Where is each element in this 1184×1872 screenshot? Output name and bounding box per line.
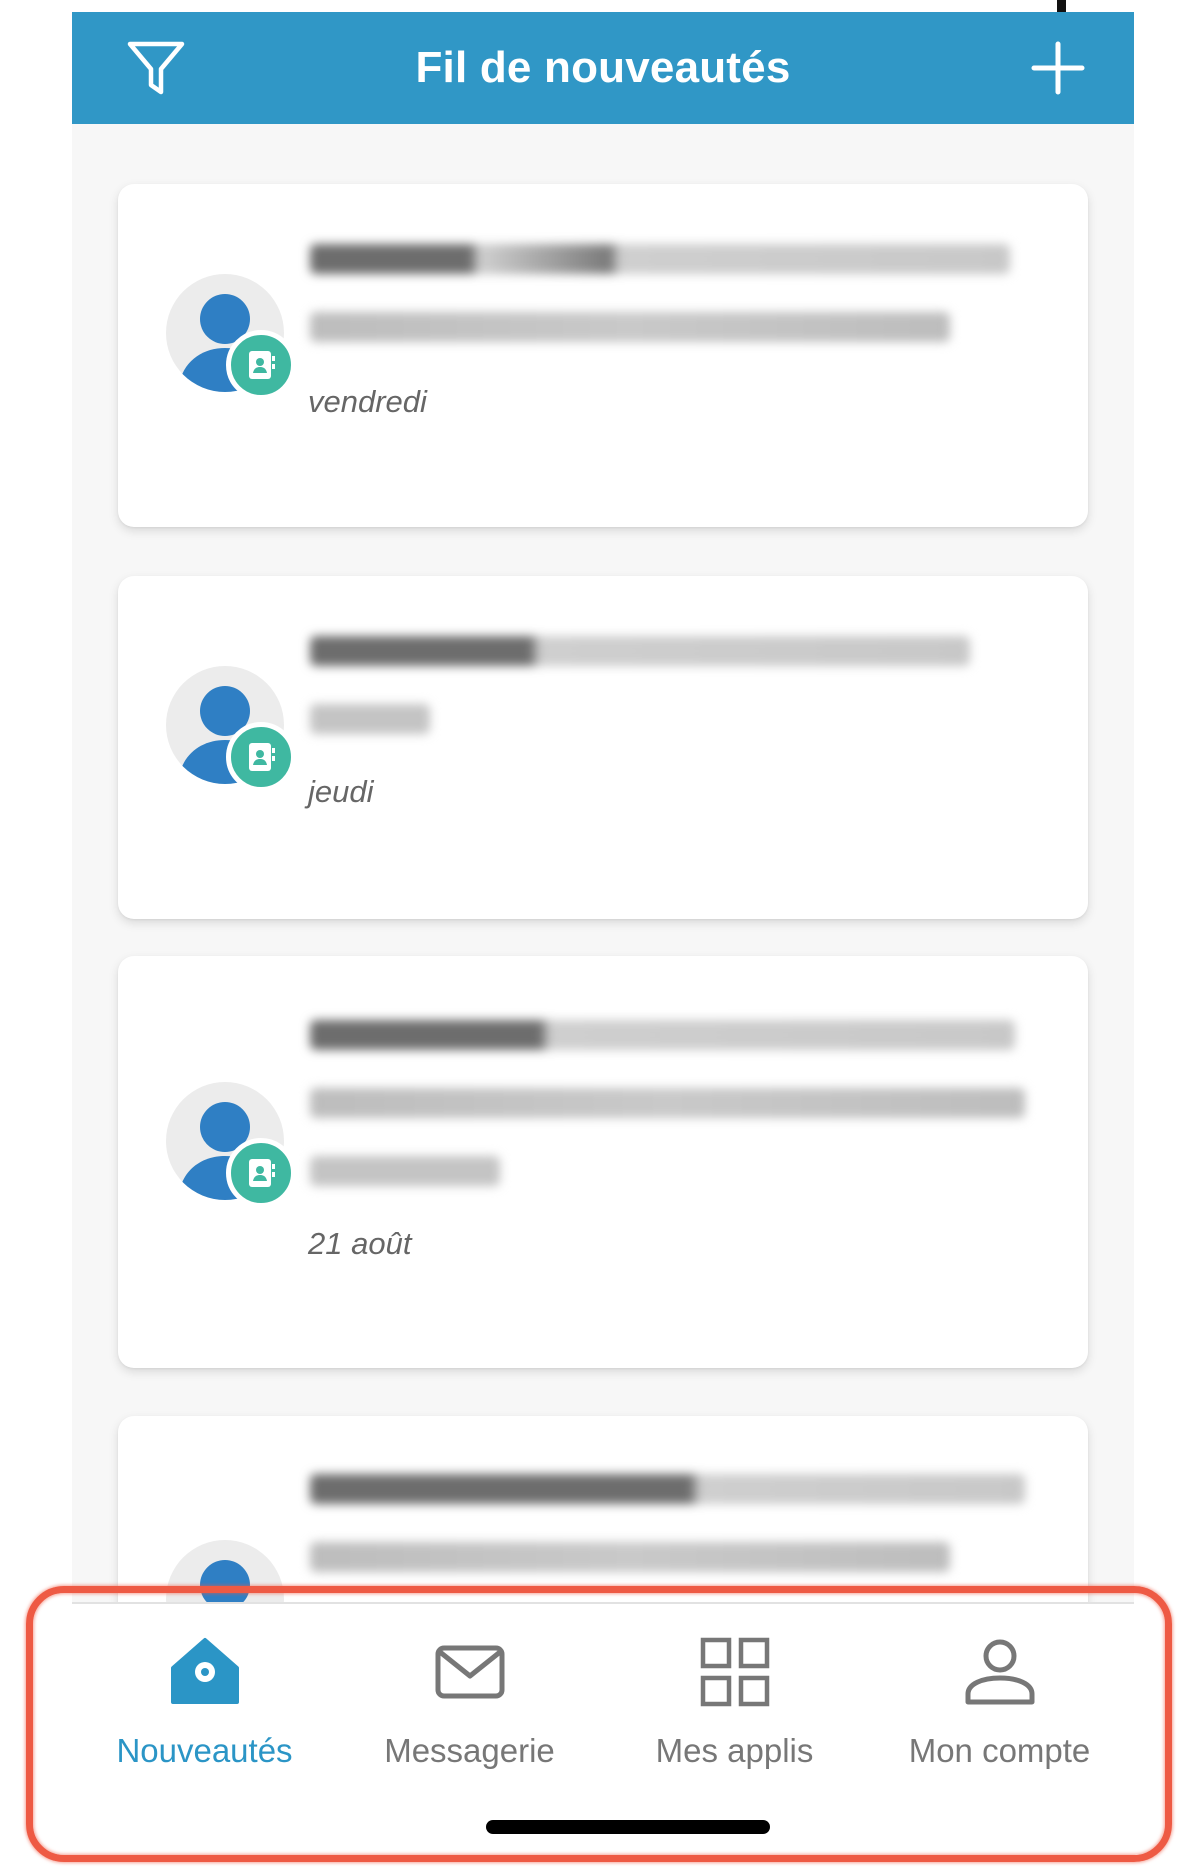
- feed-card[interactable]: jeudi: [118, 576, 1088, 919]
- home-indicator: [486, 1820, 770, 1834]
- nav-label: Messagerie: [384, 1732, 555, 1769]
- plus-icon[interactable]: [1026, 36, 1090, 100]
- feed-date: jeudi: [308, 774, 374, 809]
- feed-date: 21 août: [308, 1226, 412, 1261]
- nav-label: Mes applis: [655, 1732, 814, 1769]
- nav-item-mes-applis[interactable]: Mes applis: [602, 1604, 867, 1804]
- contact-book-icon: [226, 722, 296, 792]
- feed-card[interactable]: 21 août: [118, 956, 1088, 1368]
- app-screen: Fil de nouveautés vendredi jeudi 21 août: [72, 12, 1134, 1870]
- page-title: Fil de nouveautés: [415, 43, 791, 92]
- redacted-text: [310, 244, 1010, 380]
- redacted-text: [310, 1020, 1025, 1224]
- nav-label: Mon compte: [908, 1732, 1091, 1769]
- nav-item-messagerie[interactable]: Messagerie: [337, 1604, 602, 1804]
- news-feed: vendredi jeudi 21 août: [72, 124, 1134, 1736]
- user-icon: [867, 1634, 1132, 1710]
- redacted-text: [310, 1474, 1025, 1610]
- nav-item-nouveautes[interactable]: Nouveautés: [72, 1604, 337, 1804]
- mail-icon: [337, 1634, 602, 1710]
- feed-date: vendredi: [308, 384, 427, 419]
- redacted-text: [310, 636, 970, 772]
- contact-book-icon: [226, 330, 296, 400]
- feed-card[interactable]: vendredi: [118, 184, 1088, 527]
- home-icon: [72, 1634, 337, 1710]
- nav-item-mon-compte[interactable]: Mon compte: [867, 1604, 1132, 1804]
- grid-icon: [602, 1634, 867, 1710]
- top-app-bar: Fil de nouveautés: [72, 12, 1134, 124]
- nav-label: Nouveautés: [116, 1732, 293, 1769]
- contact-book-icon: [226, 1138, 296, 1208]
